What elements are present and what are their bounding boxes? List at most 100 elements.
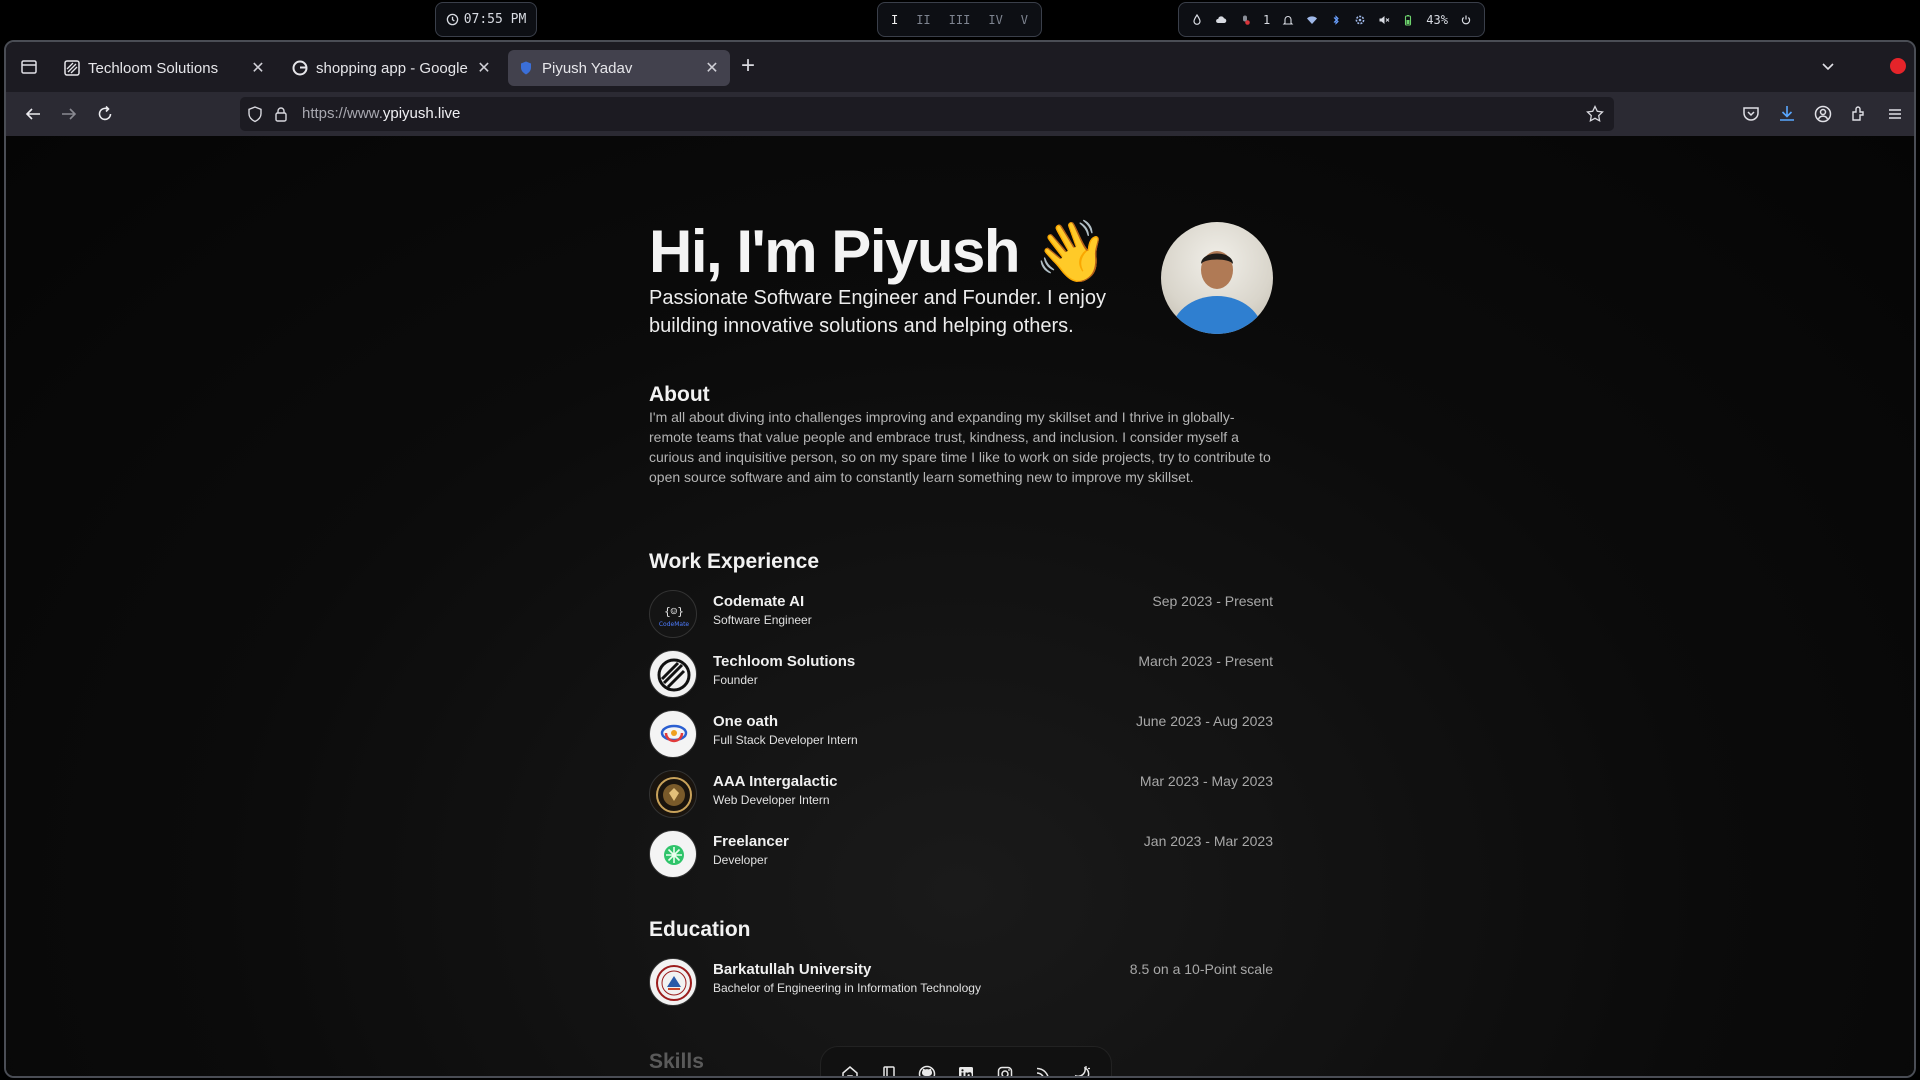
tab-close-icon[interactable]: ✕ (476, 58, 492, 78)
company-name: AAA Intergalactic (713, 773, 838, 790)
battery-percentage: 43% (1426, 12, 1448, 27)
avatar-portrait (1171, 251, 1263, 334)
workspace-4[interactable]: IV (988, 13, 1002, 27)
workspace-switcher[interactable]: I II III IV V (877, 2, 1042, 37)
work-item-aaa-intergalactic[interactable]: AAA Intergalactic Web Developer Intern M… (649, 770, 1273, 820)
workspace-5[interactable]: V (1021, 13, 1028, 27)
window-close-button[interactable] (1890, 58, 1906, 74)
aaa-intergalactic-logo (649, 770, 697, 818)
clock-icon (446, 13, 458, 26)
rss-icon[interactable] (1033, 1064, 1053, 1078)
degree: Bachelor of Engineering in Information T… (713, 981, 981, 995)
job-role: Web Developer Intern (713, 793, 830, 807)
tab-techloom[interactable]: Techloom Solutions ✕ (54, 50, 276, 86)
grade: 8.5 on a 10-Point scale (1129, 961, 1273, 977)
lock-icon[interactable] (270, 103, 292, 125)
extensions-icon[interactable] (1848, 103, 1870, 125)
reload-icon[interactable] (94, 103, 116, 125)
browser-window: Techloom Solutions ✕ shopping app - Goog… (4, 40, 1916, 1078)
chevron-down-icon[interactable] (1818, 56, 1838, 76)
workspace-3[interactable]: III (949, 13, 971, 27)
tracking-shield-icon[interactable] (244, 103, 266, 125)
linkedin-icon[interactable] (956, 1064, 976, 1078)
address-bar[interactable]: https://www.ypiyush.live (240, 97, 1614, 131)
job-role: Developer (713, 853, 768, 867)
page-viewport: Hi, I'm Piyush 👋 Passionate Software Eng… (6, 136, 1914, 1078)
skills-heading: Skills (649, 1050, 704, 1073)
svg-text:CodeMate: CodeMate (659, 621, 690, 628)
floating-dock (820, 1046, 1112, 1078)
tab-close-icon[interactable]: ✕ (250, 58, 266, 78)
tab-bar: Techloom Solutions ✕ shopping app - Goog… (6, 42, 1914, 92)
company-name: Codemate AI (713, 593, 805, 610)
droplet-icon[interactable] (1191, 13, 1203, 26)
workspace-2[interactable]: II (916, 13, 930, 27)
work-item-one-oath[interactable]: One oath Full Stack Developer Intern Jun… (649, 710, 1273, 760)
tab-title: Piyush Yadav (542, 59, 633, 77)
firefox-view-icon[interactable] (18, 56, 40, 78)
forward-arrow-icon[interactable] (58, 103, 80, 125)
job-dates: June 2023 - Aug 2023 (1135, 713, 1273, 729)
google-favicon-icon (292, 60, 308, 76)
home-icon[interactable] (840, 1064, 860, 1078)
bookmark-star-icon[interactable] (1584, 103, 1606, 125)
tab-title: shopping app - Google Se (316, 59, 470, 77)
new-tab-button[interactable]: + (741, 54, 755, 78)
one-oath-logo (649, 710, 697, 758)
tab-piyush-yadav[interactable]: Piyush Yadav ✕ (508, 50, 730, 86)
avatar (1161, 222, 1273, 334)
account-icon[interactable] (1812, 103, 1834, 125)
mic-muted-icon[interactable] (1239, 14, 1251, 26)
company-name: Freelancer (713, 833, 789, 850)
settings-gear-icon[interactable] (1354, 14, 1366, 26)
tab-google-search[interactable]: shopping app - Google Se ✕ (282, 50, 502, 86)
theme-toggle-icon[interactable] (1072, 1064, 1092, 1078)
power-icon[interactable] (1460, 14, 1472, 26)
notebook-icon[interactable] (879, 1064, 899, 1078)
tab-title: Techloom Solutions (88, 59, 219, 77)
navigation-toolbar: https://www.ypiyush.live (6, 92, 1914, 136)
downloads-icon[interactable] (1776, 103, 1798, 125)
tab-close-icon[interactable]: ✕ (704, 58, 720, 78)
freelancer-logo (649, 830, 697, 878)
company-name: Techloom Solutions (713, 653, 856, 670)
bluetooth-icon[interactable] (1330, 14, 1342, 26)
education-item-barkatullah[interactable]: Barkatullah University Bachelor of Engin… (649, 958, 1273, 1008)
job-role: Software Engineer (713, 613, 812, 627)
job-dates: Jan 2023 - Mar 2023 (1143, 833, 1273, 849)
github-icon[interactable] (917, 1064, 937, 1078)
hero-subtitle: Passionate Software Engineer and Founder… (649, 287, 1106, 337)
bell-icon[interactable] (1282, 14, 1294, 26)
clock-time: 07:55 PM (463, 12, 527, 27)
workspace-1[interactable]: I (891, 13, 898, 27)
about-text: I'm all about diving into challenges imp… (649, 409, 1271, 485)
url-text: https://www.ypiyush.live (302, 105, 460, 122)
volume-muted-icon[interactable] (1378, 14, 1390, 26)
codemate-logo: {☺} CodeMate (649, 590, 697, 638)
pocket-icon[interactable] (1740, 103, 1762, 125)
battery-icon[interactable] (1402, 14, 1414, 26)
cloud-icon[interactable] (1215, 14, 1227, 26)
url-prefix: https://www. (302, 105, 383, 122)
back-arrow-icon[interactable] (22, 103, 44, 125)
job-dates: Sep 2023 - Present (1152, 593, 1273, 609)
wifi-icon[interactable] (1306, 14, 1318, 26)
portfolio-favicon-icon (521, 61, 531, 75)
education-heading: Education (649, 918, 751, 941)
job-role: Founder (713, 673, 758, 687)
company-name: One oath (713, 713, 779, 730)
work-experience-heading: Work Experience (649, 550, 820, 573)
hero-title: Hi, I'm Piyush 👋 (649, 218, 1109, 285)
svg-text:{☺}: {☺} (664, 605, 684, 618)
job-role: Full Stack Developer Intern (713, 733, 858, 747)
job-dates: Mar 2023 - May 2023 (1139, 773, 1273, 789)
hamburger-menu-icon[interactable] (1884, 103, 1906, 125)
notification-count: 1 (1263, 12, 1271, 27)
job-dates: March 2023 - Present (1138, 653, 1273, 669)
work-item-techloom[interactable]: Techloom Solutions Founder March 2023 - … (649, 650, 1273, 700)
instagram-icon[interactable] (995, 1064, 1015, 1078)
work-item-freelancer[interactable]: Freelancer Developer Jan 2023 - Mar 2023 (649, 830, 1273, 880)
work-item-codemate[interactable]: {☺} CodeMate Codemate AI Software Enginee… (649, 590, 1273, 640)
clock-widget[interactable]: 07:55 PM (435, 2, 537, 37)
system-bar: 07:55 PM I II III IV V 1 43% (0, 0, 1920, 40)
